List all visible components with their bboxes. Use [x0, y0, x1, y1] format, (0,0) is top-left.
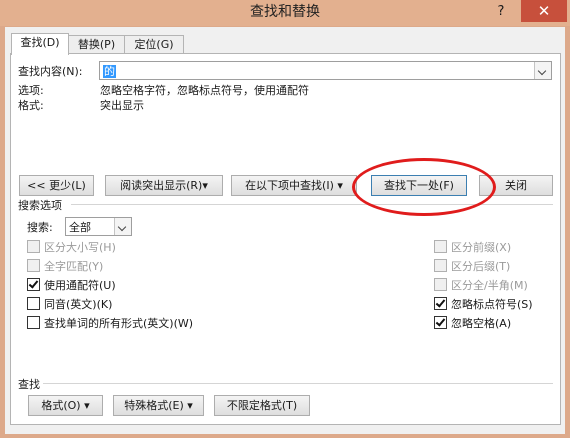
find-section-label: 查找 — [18, 378, 40, 391]
search-direction-select[interactable]: 全部 — [65, 217, 132, 236]
dialog-client: 查找(D) 替换(P) 定位(G) 查找内容(N): 的 选项: 忽略空格字符，… — [5, 27, 565, 434]
find-panel: 查找内容(N): 的 选项: 忽略空格字符，忽略标点符号，使用通配符 格式: 突… — [10, 53, 561, 425]
divider — [43, 383, 553, 384]
all-word-forms-label: 查找单词的所有形式(英文)(W) — [44, 317, 194, 330]
find-what-value: 的 — [103, 65, 116, 78]
match-case-checkbox[interactable]: 区分大小写(H) — [27, 240, 116, 255]
find-what-input[interactable]: 的 — [99, 61, 552, 80]
chevron-down-icon[interactable] — [534, 62, 551, 79]
sounds-like-label: 同音(英文)(K) — [44, 298, 113, 311]
reading-highlight-button[interactable]: 阅读突出显示(R)▾ — [105, 175, 223, 196]
find-what-label: 查找内容(N): — [18, 65, 83, 78]
search-options-label: 搜索选项 — [18, 199, 62, 212]
less-button[interactable]: << 更少(L) — [19, 175, 94, 196]
tab-replace[interactable]: 替换(P) — [68, 35, 125, 54]
match-case-label: 区分大小写(H) — [44, 241, 116, 254]
ignore-punctuation-label: 忽略标点符号(S) — [451, 298, 533, 311]
ignore-punctuation-checkbox[interactable]: 忽略标点符号(S) — [434, 297, 533, 312]
match-width-label: 区分全/半角(M) — [451, 279, 528, 292]
checkbox-checked-icon — [434, 316, 447, 329]
search-direction-label: 搜索: — [27, 221, 53, 234]
format-value: 突出显示 — [100, 99, 144, 112]
options-value: 忽略空格字符，忽略标点符号，使用通配符 — [100, 84, 309, 97]
wildcards-label: 使用通配符(U) — [44, 279, 116, 292]
match-width-checkbox[interactable]: 区分全/半角(M) — [434, 278, 528, 293]
help-button[interactable]: ? — [487, 2, 515, 22]
checkbox-checked-icon — [27, 278, 40, 291]
tab-find[interactable]: 查找(D) — [11, 33, 69, 55]
checkbox-icon — [27, 259, 40, 272]
chevron-down-icon[interactable] — [114, 218, 131, 235]
match-suffix-label: 区分后缀(T) — [451, 260, 511, 273]
all-word-forms-checkbox[interactable]: 查找单词的所有形式(英文)(W) — [27, 316, 193, 331]
whole-word-label: 全字匹配(Y) — [44, 260, 104, 273]
close-button[interactable]: 关闭 — [479, 175, 553, 196]
divider — [71, 204, 553, 205]
title-bar: 查找和替换 ? ✕ — [0, 0, 570, 26]
match-prefix-checkbox[interactable]: 区分前缀(X) — [434, 240, 511, 255]
checkbox-icon — [27, 240, 40, 253]
window-title: 查找和替换 — [250, 4, 320, 20]
find-in-button[interactable]: 在以下项中查找(I) ▾ — [231, 175, 357, 196]
checkbox-icon — [434, 240, 447, 253]
whole-word-checkbox[interactable]: 全字匹配(Y) — [27, 259, 103, 274]
find-next-button[interactable]: 查找下一处(F) — [371, 175, 467, 196]
checkbox-checked-icon — [434, 297, 447, 310]
checkbox-icon — [27, 297, 40, 310]
tab-goto[interactable]: 定位(G) — [124, 35, 184, 54]
format-button[interactable]: 格式(O) ▾ — [28, 395, 103, 416]
checkbox-icon — [27, 316, 40, 329]
format-label: 格式: — [18, 99, 44, 112]
close-window-button[interactable]: ✕ — [521, 0, 567, 22]
ignore-space-checkbox[interactable]: 忽略空格(A) — [434, 316, 511, 331]
ignore-space-label: 忽略空格(A) — [451, 317, 512, 330]
search-direction-value: 全部 — [69, 221, 91, 234]
special-format-button[interactable]: 特殊格式(E) ▾ — [113, 395, 204, 416]
match-suffix-checkbox[interactable]: 区分后缀(T) — [434, 259, 510, 274]
wildcards-checkbox[interactable]: 使用通配符(U) — [27, 278, 116, 293]
options-label: 选项: — [18, 84, 44, 97]
sounds-like-checkbox[interactable]: 同音(英文)(K) — [27, 297, 112, 312]
checkbox-icon — [434, 278, 447, 291]
match-prefix-label: 区分前缀(X) — [451, 241, 512, 254]
no-formatting-button[interactable]: 不限定格式(T) — [214, 395, 310, 416]
checkbox-icon — [434, 259, 447, 272]
